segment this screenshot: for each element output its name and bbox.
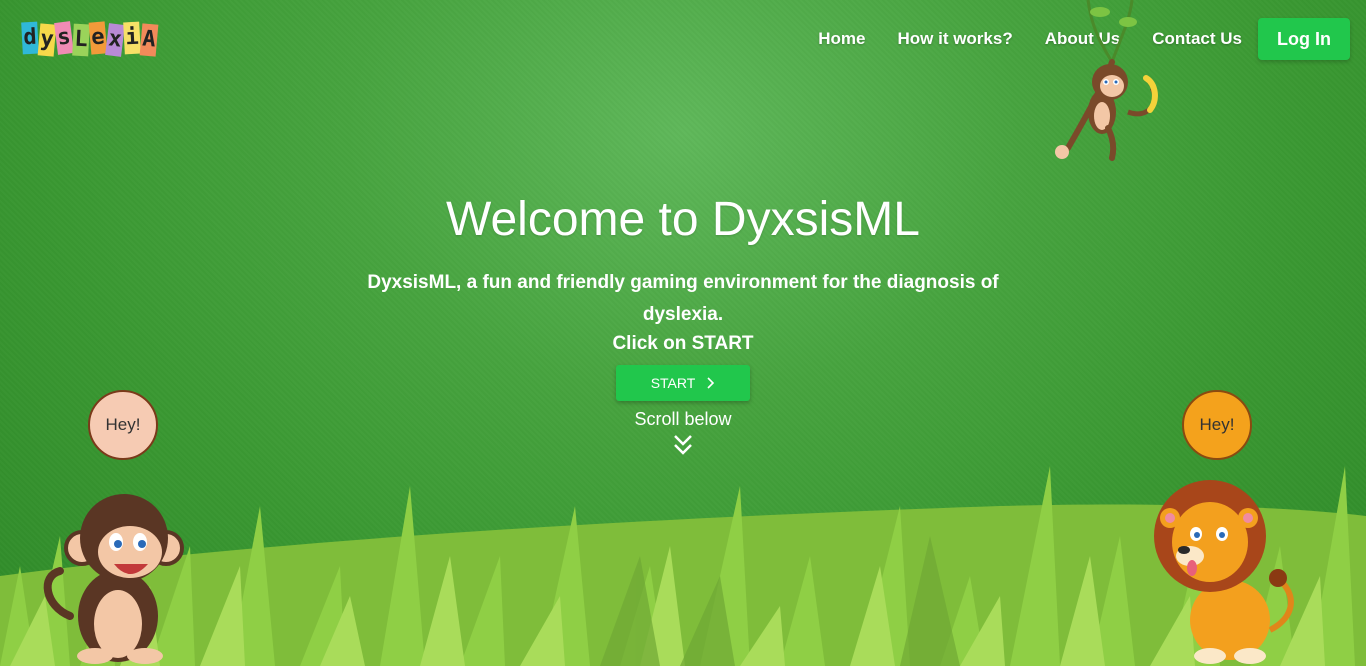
start-button[interactable]: START [616,365,750,401]
logo-letter: e [88,21,108,55]
nav-how-it-works-link[interactable]: How it works? [897,29,1012,49]
lion-paw [1234,648,1266,664]
landing-page: dysLexiA Home How it works? About Us Con… [0,0,1366,666]
logo-letter: s [54,21,74,55]
page-title: Welcome to DyxsisML [446,193,920,246]
hanging-monkey-illustration [1055,0,1158,161]
lion-tail [1268,577,1294,633]
logo-letter: i [123,21,141,55]
lion-illustration [1154,480,1294,664]
lion-face [1172,502,1248,582]
lion-paw [1194,648,1226,664]
logo-letter: y [37,23,57,57]
vine-right [1110,0,1134,63]
monkey-belly [94,590,142,658]
click-instruction-prefix: Click on [612,333,692,354]
monkey-tail [43,567,74,620]
monkey-foot [127,648,163,664]
monkey-foot [77,648,113,664]
lion-tongue [1187,560,1197,576]
monkey-face [1100,75,1124,97]
logo-letter: x [105,23,125,57]
logo-letter: d [21,21,39,55]
click-instruction: Click on START [0,333,1366,355]
banana [1143,75,1158,113]
sitting-monkey-illustration [43,494,184,664]
lion-nose [1178,546,1190,554]
leaf [1119,17,1137,27]
lion-tail-tuft [1269,569,1287,587]
logo-letter: A [139,23,159,57]
lion-body [1190,580,1270,660]
monkey-hand [1055,145,1069,159]
monkey-pupil [1104,80,1108,84]
monkey-pupil [138,540,146,548]
chevron-right-icon [707,377,715,389]
monkey-pupil [114,540,122,548]
lion-ear-inner [1165,513,1175,523]
lion-ear-inner [1243,513,1253,523]
scroll-below-label: Scroll below [634,409,732,429]
hero-section: Welcome to DyxsisML DyxsisML, a fun and … [0,192,1366,456]
leaf [1090,7,1110,17]
lion-pupil [1194,532,1200,538]
speech-bubble-right: Hey! [1182,390,1252,460]
hero-subtitle: DyxsisML, a fun and friendly gaming envi… [367,272,999,325]
dyslexia-logo[interactable]: dysLexiA [21,21,159,57]
lion-pupil [1219,532,1225,538]
login-button[interactable]: Log In [1258,18,1350,60]
monkey-leg [1105,125,1117,161]
click-instruction-emphasis: START [691,333,754,354]
nav-home-link[interactable]: Home [818,29,865,49]
speech-bubble-left: Hey! [88,390,158,460]
monkey-pupil [1114,80,1118,84]
logo-letter: L [72,23,90,57]
start-button-label: START [650,375,696,391]
